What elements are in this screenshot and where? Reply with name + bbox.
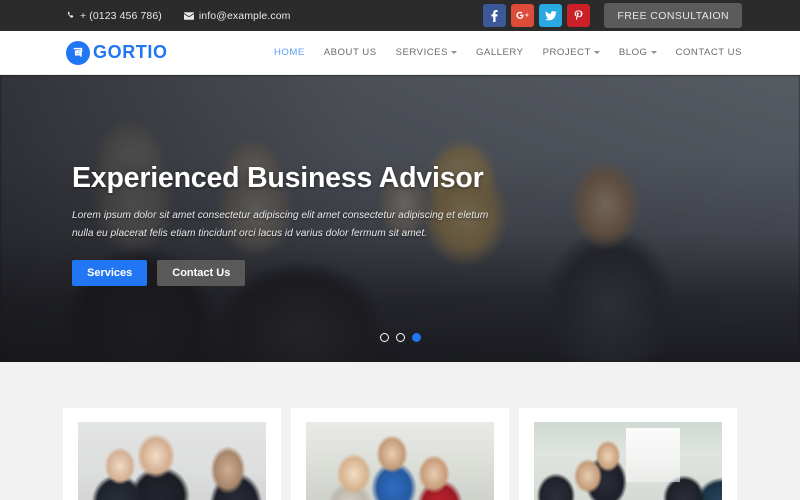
brand-logo[interactable]: GORTIO bbox=[66, 40, 168, 65]
chevron-down-icon bbox=[593, 51, 600, 54]
nav-item-home-label: HOME bbox=[273, 47, 305, 58]
carousel-dot-1[interactable] bbox=[379, 333, 389, 342]
feature-card[interactable] bbox=[291, 408, 509, 500]
feature-card[interactable] bbox=[63, 408, 281, 500]
free-consultation-button[interactable]: FREE CONSULTAION bbox=[604, 3, 742, 28]
google-plus-icon[interactable] bbox=[511, 4, 535, 27]
email-contact[interactable]: info@example.com bbox=[183, 9, 291, 22]
pinterest-icon[interactable] bbox=[567, 4, 591, 27]
facebook-icon[interactable] bbox=[483, 4, 507, 27]
gortio-logo-icon bbox=[66, 40, 90, 65]
nav-item-blog-label: BLOG bbox=[618, 47, 648, 58]
services-button[interactable]: Services bbox=[72, 260, 148, 287]
phone-contact[interactable]: + (0123 456 786) bbox=[66, 10, 162, 22]
nav-item-contact-us-label: CONTACT US bbox=[675, 47, 742, 58]
feature-cards-row bbox=[63, 408, 737, 500]
chevron-down-icon bbox=[450, 51, 457, 54]
nav-item-services[interactable]: SERVICES bbox=[396, 47, 457, 58]
hero-description: Lorem ipsum dolor sit amet consectetur a… bbox=[72, 210, 489, 240]
twitter-icon[interactable] bbox=[539, 4, 563, 27]
nav-item-home[interactable]: HOME bbox=[274, 47, 305, 58]
contact-us-button[interactable]: Contact Us bbox=[157, 260, 246, 287]
feature-card-photo bbox=[306, 422, 494, 500]
phone-number: + (0123 456 786) bbox=[80, 9, 162, 22]
feature-card-photo bbox=[534, 422, 722, 500]
nav-item-about-us-label: ABOUT US bbox=[323, 47, 377, 58]
carousel-dot-3[interactable] bbox=[411, 333, 421, 342]
nav-item-project-label: PROJECT bbox=[542, 47, 591, 58]
email-address: info@example.com bbox=[198, 9, 291, 22]
top-bar-right-group: FREE CONSULTAION bbox=[483, 3, 742, 28]
nav-item-contact-us[interactable]: CONTACT US bbox=[676, 47, 742, 58]
nav-item-gallery[interactable]: GALLERY bbox=[476, 47, 524, 58]
nav-item-services-label: SERVICES bbox=[395, 47, 448, 58]
hero-content: Experienced Business Advisor Lorem ipsum… bbox=[72, 162, 542, 287]
main-navbar: GORTIO HOME ABOUT US SERVICES GALLERY PR… bbox=[0, 31, 800, 75]
top-bar-contact-group: + (0123 456 786) info@example.com bbox=[66, 10, 291, 22]
nav-item-gallery-label: GALLERY bbox=[475, 47, 524, 58]
nav-item-about-us[interactable]: ABOUT US bbox=[324, 47, 377, 58]
feature-cards-section bbox=[0, 362, 800, 500]
carousel-dot-2[interactable] bbox=[395, 333, 405, 342]
feature-card-photo bbox=[78, 422, 266, 500]
nav-links: HOME ABOUT US SERVICES GALLERY PROJECT B… bbox=[274, 47, 742, 58]
hero-title: Experienced Business Advisor bbox=[72, 162, 484, 194]
hero-carousel: Experienced Business Advisor Lorem ipsum… bbox=[0, 75, 800, 362]
feature-card[interactable] bbox=[519, 408, 737, 500]
chevron-down-icon bbox=[650, 51, 657, 54]
top-bar: + (0123 456 786) info@example.com FREE C… bbox=[0, 0, 800, 31]
hero-buttons: Services Contact Us bbox=[72, 260, 542, 287]
envelope-icon bbox=[183, 11, 194, 20]
carousel-indicators bbox=[0, 333, 800, 342]
brand-name: GORTIO bbox=[93, 42, 168, 62]
nav-item-blog[interactable]: BLOG bbox=[619, 47, 657, 58]
nav-item-project[interactable]: PROJECT bbox=[543, 47, 600, 58]
phone-icon bbox=[66, 11, 75, 20]
